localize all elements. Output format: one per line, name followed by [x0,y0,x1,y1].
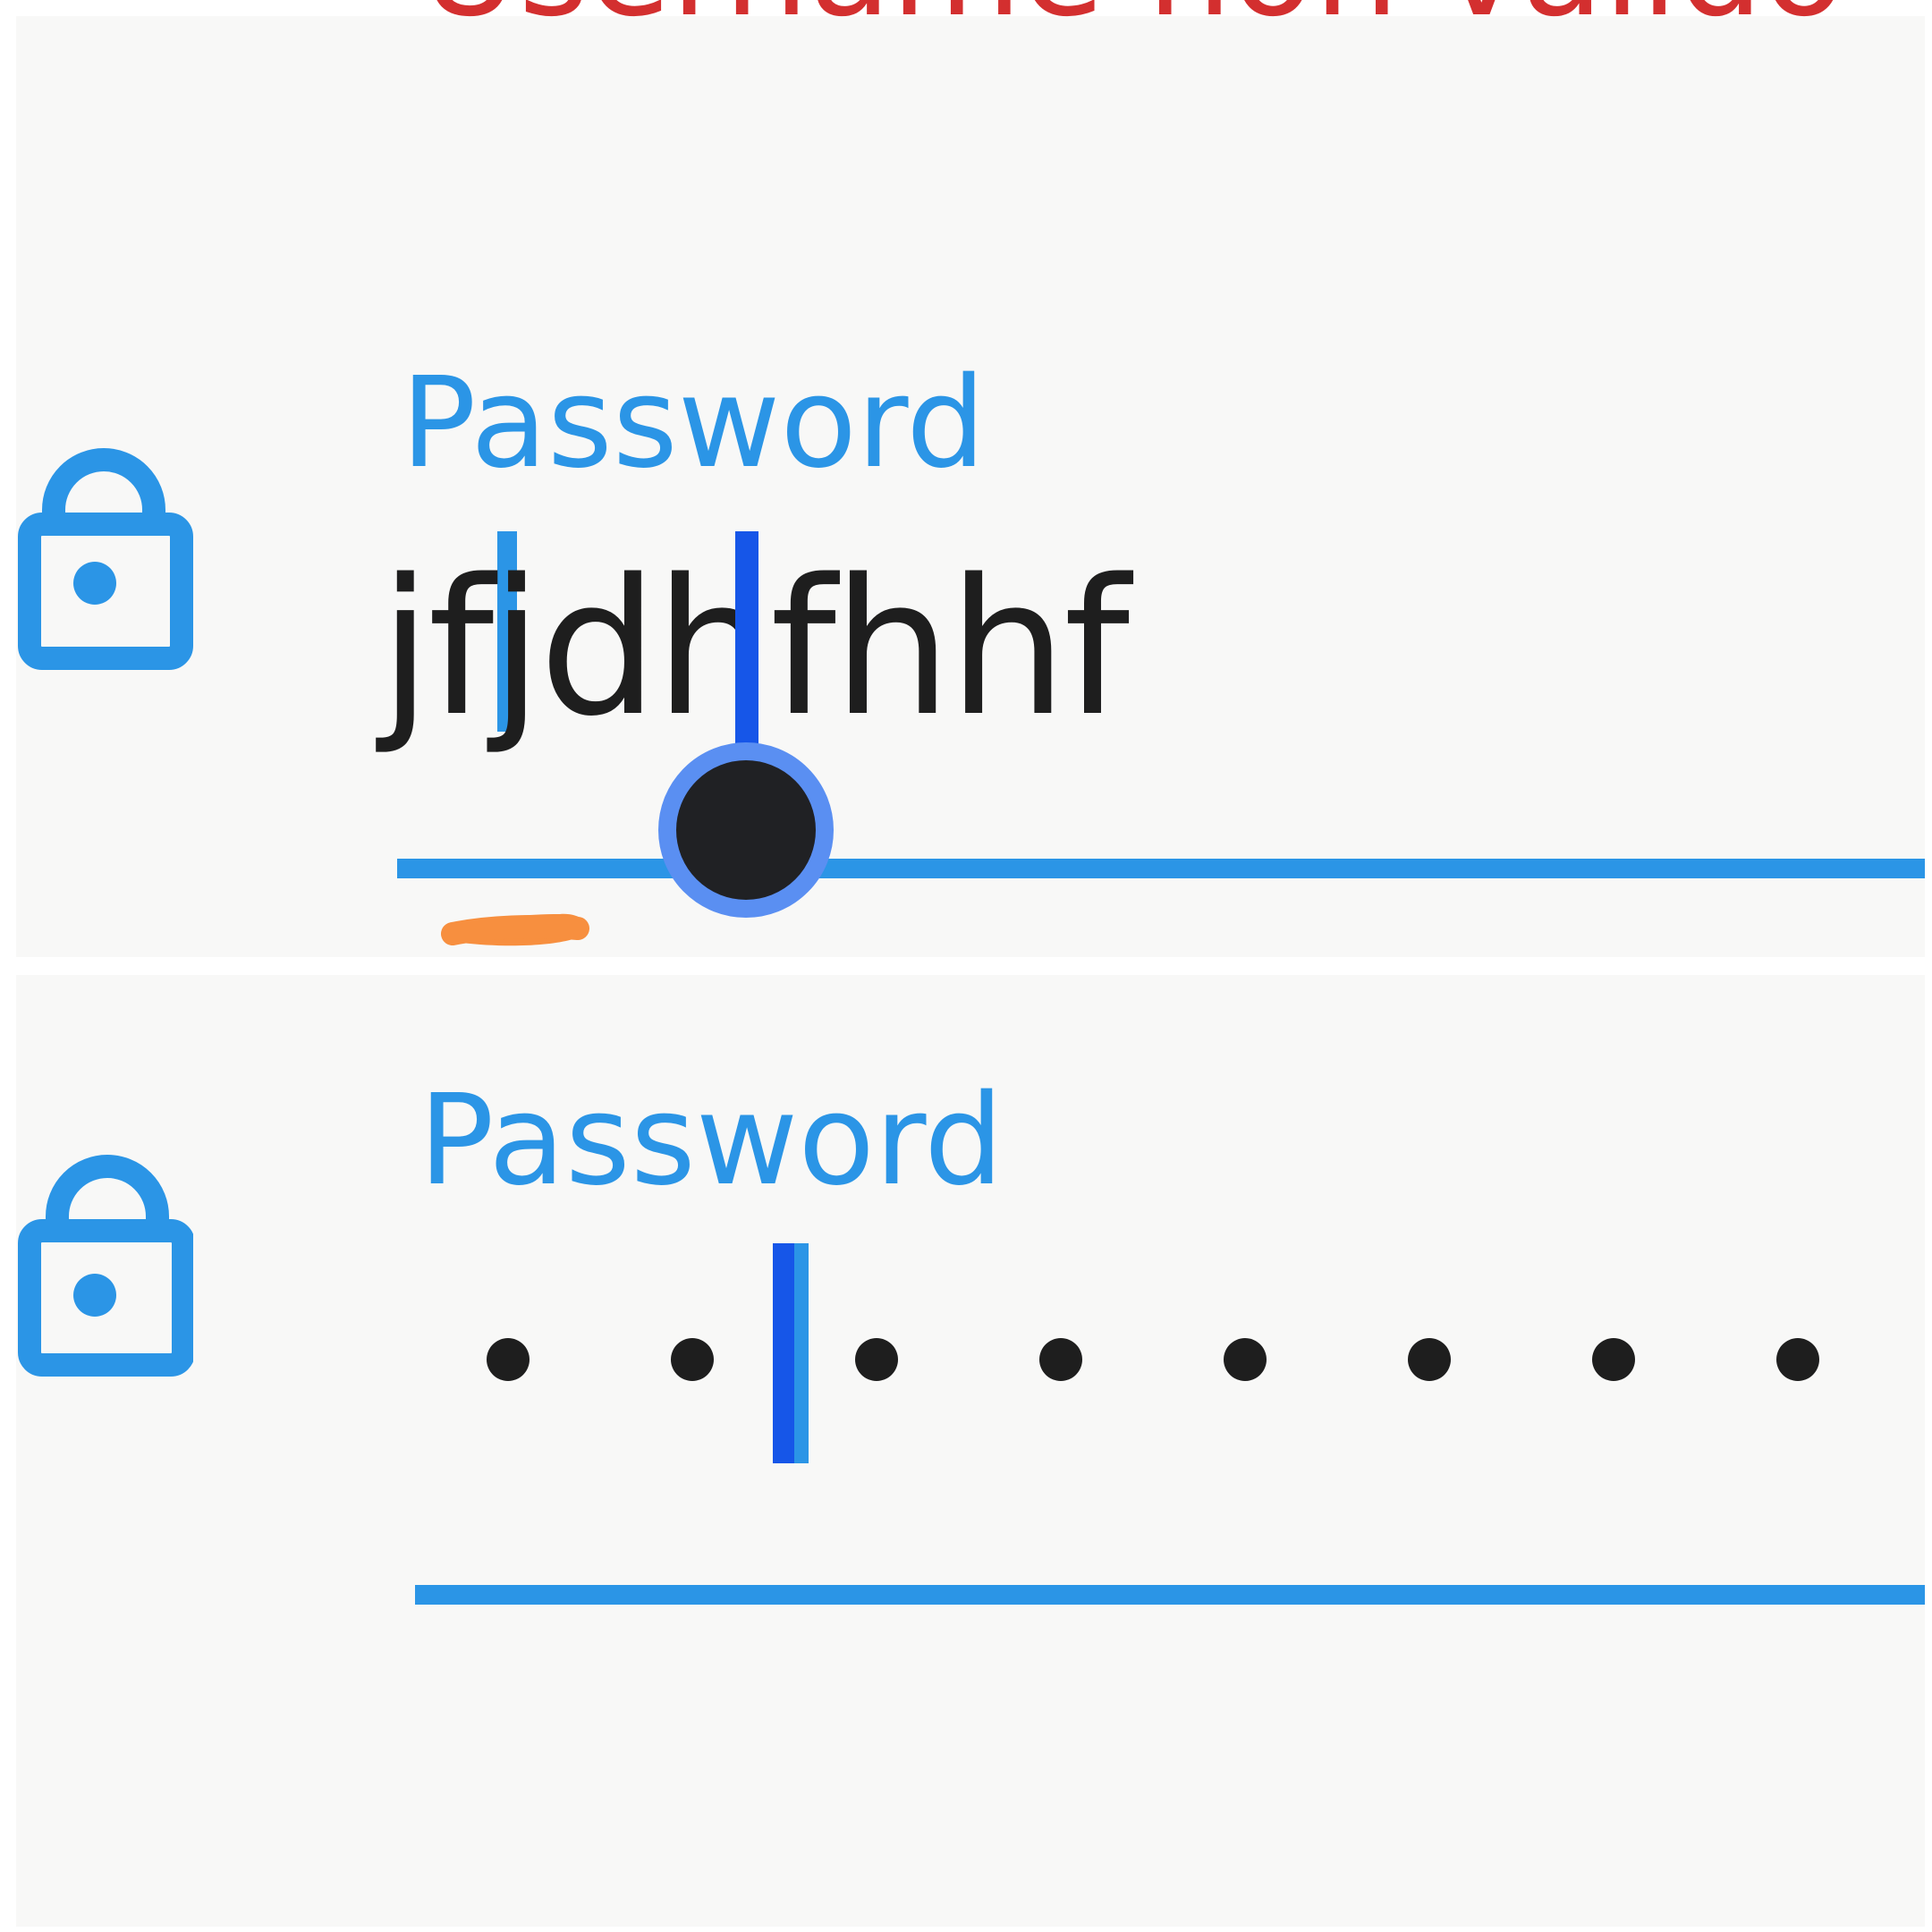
password-field-visible[interactable]: Username non valido Password jfjdhfhhf [16,0,1925,957]
password-label: Password [419,1068,1004,1214]
password-dot [1592,1338,1635,1381]
password-dot [671,1338,714,1381]
text-cursor [735,531,758,750]
password-dot [1224,1338,1267,1381]
password-label: Password [401,351,986,496]
password-dot [1408,1338,1451,1381]
cursor-drag-handle[interactable] [658,742,834,918]
username-error-message: Username non valido [420,0,1845,36]
redaction-scribble [441,913,589,946]
password-dot [487,1338,530,1381]
password-underline [415,1585,1925,1605]
lock-icon [18,448,193,670]
password-dot [1039,1338,1082,1381]
password-dot [1776,1338,1819,1381]
lock-icon [18,1155,193,1377]
text-cursor [773,1243,809,1463]
password-dot [855,1338,898,1381]
password-underline [397,859,1925,878]
password-field-hidden[interactable]: Password [16,975,1925,1927]
